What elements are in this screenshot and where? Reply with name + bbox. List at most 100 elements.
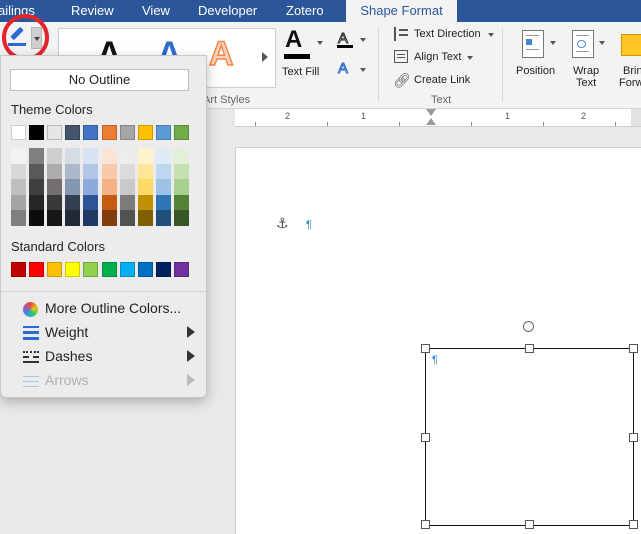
theme-shade-swatch[interactable] [101,163,117,180]
theme-color-swatch[interactable] [29,125,45,140]
resize-handle-bottom-right[interactable] [629,520,638,529]
theme-shade-swatch[interactable] [101,210,117,226]
theme-shade-swatch[interactable] [11,163,26,180]
text-fill-button[interactable]: A Text Fill [281,26,325,78]
theme-shade-swatch[interactable] [11,210,26,226]
align-text-button[interactable]: Align Text [392,49,482,67]
theme-shade-swatch[interactable] [137,194,153,211]
resize-handle-top-left[interactable] [421,344,430,353]
create-link-button[interactable]: 🔗︎ Create Link [392,72,482,90]
theme-shade-swatch[interactable] [155,210,171,226]
theme-color-swatch[interactable] [137,125,153,140]
theme-shade-swatch[interactable] [155,148,171,164]
resize-handle-top-right[interactable] [629,344,638,353]
standard-color-swatch[interactable] [137,262,153,277]
resize-handle-bottom-left[interactable] [421,520,430,529]
theme-shade-swatch[interactable] [101,148,117,164]
theme-color-swatch[interactable] [47,125,63,140]
no-outline-button[interactable]: No Outline [10,69,189,91]
bring-forward-button[interactable]: Brin Forwa [617,28,641,88]
theme-shade-swatch[interactable] [83,163,99,180]
theme-shade-swatch[interactable] [29,148,45,164]
resize-handle-top[interactable] [525,344,534,353]
theme-shade-swatch[interactable] [137,210,153,226]
theme-shade-swatch[interactable] [173,179,189,195]
theme-shade-swatch[interactable] [119,210,135,226]
theme-shade-swatch[interactable] [173,148,189,164]
text-outline-button[interactable]: A [335,30,369,52]
theme-shade-swatch[interactable] [137,163,153,180]
theme-shade-swatch[interactable] [101,194,117,211]
gallery-scroll-arrow[interactable] [262,52,268,62]
theme-shade-swatch[interactable] [119,163,135,180]
standard-color-swatch[interactable] [173,262,189,277]
theme-shade-swatch[interactable] [173,194,189,211]
tab-view[interactable]: View [142,0,170,22]
standard-color-swatch[interactable] [155,262,171,277]
theme-shade-swatch[interactable] [119,194,135,211]
theme-shade-swatch[interactable] [119,179,135,195]
theme-color-swatch[interactable] [65,125,81,140]
theme-color-swatch[interactable] [173,125,189,140]
theme-shade-swatch[interactable] [47,148,63,164]
standard-color-swatch[interactable] [29,262,45,277]
standard-color-swatch[interactable] [47,262,63,277]
theme-shade-swatch[interactable] [83,179,99,195]
dashes-item[interactable]: Dashes [1,345,206,369]
more-outline-colors-item[interactable]: More Outline Colors... [1,297,206,321]
standard-color-swatch[interactable] [101,262,117,277]
horizontal-ruler[interactable]: 2 1 1 2 [235,109,641,127]
theme-shade-swatch[interactable] [29,194,45,211]
theme-shade-swatch[interactable] [47,210,63,226]
theme-shade-swatch[interactable] [11,194,26,211]
theme-color-swatch[interactable] [101,125,117,140]
standard-color-swatch[interactable] [11,262,26,277]
standard-color-swatch[interactable] [65,262,81,277]
resize-handle-right[interactable] [629,433,638,442]
theme-shade-swatch[interactable] [11,179,26,195]
theme-shade-swatch[interactable] [65,194,81,211]
weight-item[interactable]: Weight [1,321,206,345]
tab-zotero[interactable]: Zotero [286,0,324,22]
theme-shade-swatch[interactable] [47,163,63,180]
theme-shade-swatch[interactable] [83,148,99,164]
indent-marker[interactable] [426,118,436,125]
selected-rectangle-shape[interactable] [425,348,634,526]
wrap-text-button[interactable]: Wrap Text [567,28,613,89]
theme-shade-swatch[interactable] [83,210,99,226]
tab-review[interactable]: Review [71,0,114,22]
rotate-handle-icon[interactable] [523,321,534,332]
theme-shade-swatch[interactable] [173,210,189,226]
theme-color-swatch[interactable] [83,125,99,140]
theme-shade-swatch[interactable] [47,194,63,211]
text-direction-button[interactable]: Text Direction [392,26,502,44]
theme-shade-swatch[interactable] [83,194,99,211]
theme-shade-swatch[interactable] [137,148,153,164]
theme-shade-swatch[interactable] [155,194,171,211]
resize-handle-bottom[interactable] [525,520,534,529]
theme-shade-swatch[interactable] [119,148,135,164]
theme-shade-swatch[interactable] [155,163,171,180]
theme-shade-swatch[interactable] [101,179,117,195]
theme-color-swatch[interactable] [155,125,171,140]
tab-developer[interactable]: Developer [198,0,257,22]
standard-color-swatch[interactable] [83,262,99,277]
tab-shape-format[interactable]: Shape Format [346,0,457,22]
theme-color-swatch[interactable] [11,125,26,140]
standard-color-swatch[interactable] [119,262,135,277]
resize-handle-left[interactable] [421,433,430,442]
theme-shade-swatch[interactable] [29,163,45,180]
indent-marker[interactable] [426,109,436,116]
theme-color-swatch[interactable] [119,125,135,140]
theme-shade-swatch[interactable] [29,210,45,226]
theme-shade-swatch[interactable] [29,179,45,195]
theme-shade-swatch[interactable] [11,148,26,164]
theme-shade-swatch[interactable] [65,148,81,164]
theme-shade-swatch[interactable] [65,210,81,226]
theme-shade-swatch[interactable] [65,163,81,180]
theme-shade-swatch[interactable] [65,179,81,195]
theme-shade-swatch[interactable] [155,179,171,195]
text-effects-button[interactable]: A [335,60,369,82]
wordart-style-orange[interactable]: A [208,34,234,74]
theme-shade-swatch[interactable] [173,163,189,180]
